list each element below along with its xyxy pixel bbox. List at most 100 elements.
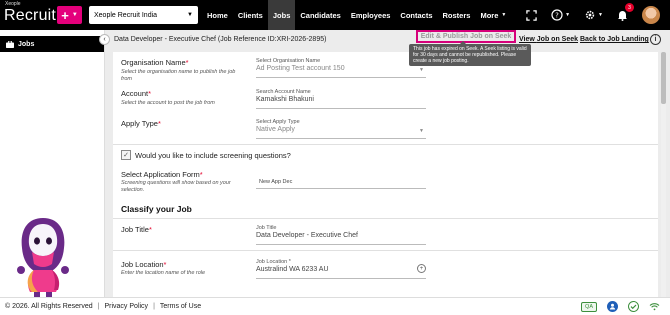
job-title-label: Job Title* xyxy=(121,225,152,234)
organisation-name-label-text: Organisation Name xyxy=(121,58,186,67)
nav-more-label: More xyxy=(480,10,499,20)
footer-separator: | xyxy=(153,303,155,310)
view-job-on-seek-link-text: Job on Seek xyxy=(536,36,579,43)
organisation-select[interactable]: Xeople Recruit India ▼ xyxy=(89,6,198,24)
top-navbar: Xeople Recruit + ▼ Xeople Recruit India … xyxy=(0,0,670,30)
nav-contacts[interactable]: Contacts xyxy=(395,0,437,30)
account-search-field[interactable]: Search Account Name Kamakshi Bhakuni xyxy=(256,89,426,109)
chevron-down-icon: ▼ xyxy=(598,12,603,18)
edit-publish-seek-button[interactable]: Edit & Publish Job on Seek xyxy=(416,30,516,43)
app-form-select[interactable]: New App Dec xyxy=(256,173,426,189)
required-mark: * xyxy=(163,260,167,269)
job-location-field-label: Job Location * xyxy=(256,259,291,265)
app-logo[interactable]: Xeople Recruit xyxy=(4,2,56,25)
help-menu[interactable]: ? ▼ xyxy=(551,9,570,21)
account-hint: Select the account to post the job from xyxy=(121,100,215,106)
footer-separator: | xyxy=(97,303,100,310)
content-scrollbar[interactable] xyxy=(661,52,666,297)
job-form: Organisation Name* Select the organisati… xyxy=(113,52,658,297)
nav-candidates[interactable]: Candidates xyxy=(295,0,345,30)
app-form-label: Select Application Form* xyxy=(121,170,203,179)
avatar[interactable] xyxy=(642,6,660,24)
organisation-name-hint: Select the organisation name to publish … xyxy=(121,69,236,82)
job-location-value: Australind WA 6233 AU xyxy=(256,266,329,273)
help-icon: ? xyxy=(551,9,563,21)
divider xyxy=(113,218,658,219)
required-mark: * xyxy=(185,58,189,67)
nav-home[interactable]: Home xyxy=(202,0,233,30)
nav-rosters[interactable]: Rosters xyxy=(438,0,476,30)
chevron-down-icon: ▼ xyxy=(501,12,507,18)
app-form-value: New App Dec xyxy=(259,179,293,185)
job-location-hint: Enter the location name of the role xyxy=(121,270,206,276)
job-location-label-text: Job Location xyxy=(121,260,164,269)
chevron-down-icon: ▼ xyxy=(71,12,78,18)
job-title-input[interactable]: Job Title Data Developer - Executive Che… xyxy=(256,225,426,245)
apply-type-field-label: Select Apply Type xyxy=(256,119,300,125)
mascot-illustration xyxy=(17,218,69,307)
required-mark: * xyxy=(157,119,161,128)
footer: © 2026. All Rights Reserved | Privacy Po… xyxy=(0,297,670,315)
required-mark: * xyxy=(148,225,152,234)
app-form-label-text: Select Application Form xyxy=(121,170,200,179)
nav-more[interactable]: More ▼ xyxy=(475,0,511,30)
sidebar-item-label: Jobs xyxy=(18,40,35,48)
chevron-down-icon: ▼ xyxy=(419,67,424,73)
organisation-name-field-label: Select Organisation Name xyxy=(256,58,321,64)
content-header: Data Developer - Executive Chef (Job Ref… xyxy=(106,30,670,50)
terms-of-use-link[interactable]: Terms of Use xyxy=(160,303,201,310)
status-check-icon xyxy=(628,301,639,312)
nav-jobs[interactable]: Jobs xyxy=(267,0,296,30)
qa-badge[interactable]: QA xyxy=(581,301,597,312)
job-title-value: Data Developer - Executive Chef xyxy=(256,232,358,239)
job-title-field-label: Job Title xyxy=(256,225,277,231)
page-title: Data Developer - Executive Chef (Job Ref… xyxy=(114,36,327,43)
briefcase-icon xyxy=(6,40,14,48)
app-form-hint: Screening questions will show based on y… xyxy=(121,180,231,193)
nav-employees[interactable]: Employees xyxy=(346,0,396,30)
divider xyxy=(113,144,658,145)
job-title-label-text: Job Title xyxy=(121,225,149,234)
screening-checkbox[interactable]: ✓ xyxy=(121,150,131,160)
logo-big-text: Recruit xyxy=(4,7,57,24)
notifications-button[interactable]: 3 xyxy=(617,3,634,21)
footer-icons: QA xyxy=(581,301,660,312)
organisation-name-select[interactable]: Select Organisation Name Ad Posting Test… xyxy=(256,58,426,78)
seek-expired-tooltip: This job has expired on Seek. A Seek lis… xyxy=(409,44,531,66)
info-icon[interactable]: i xyxy=(650,34,661,45)
job-location-input[interactable]: Job Location * Australind WA 6233 AU + xyxy=(256,259,426,279)
copyright-text: © 2026. All Rights Reserved xyxy=(5,303,93,310)
main-nav: Home Clients Jobs Candidates Employees C… xyxy=(202,0,511,30)
sidebar-item-jobs[interactable]: Jobs xyxy=(0,36,104,52)
quick-add-button[interactable]: + ▼ xyxy=(57,6,82,24)
classify-section-title: Classify your Job xyxy=(121,204,192,214)
organisation-select-value: Xeople Recruit India xyxy=(94,11,158,19)
account-label-text: Account xyxy=(121,89,149,98)
view-job-on-seek-link[interactable]: View Job on Seek xyxy=(519,36,578,43)
apply-type-label-text: Apply Type xyxy=(121,119,158,128)
apply-type-select[interactable]: Select Apply Type Native Apply ▼ xyxy=(256,119,426,139)
user-icon[interactable] xyxy=(607,301,618,312)
settings-menu[interactable]: ▼ xyxy=(584,9,603,21)
nav-clients[interactable]: Clients xyxy=(233,0,268,30)
fullscreen-icon[interactable] xyxy=(526,9,537,21)
chevron-down-icon: ▼ xyxy=(565,12,571,18)
svg-text:?: ? xyxy=(555,12,559,20)
screening-label: Would you like to include screening ques… xyxy=(135,151,291,160)
top-icons: ? ▼ ▼ 3 xyxy=(526,0,660,30)
gear-icon xyxy=(585,10,595,20)
account-label: Account* xyxy=(121,89,151,98)
account-value: Kamakshi Bhakuni xyxy=(256,96,314,103)
target-location-icon[interactable]: + xyxy=(417,264,426,273)
privacy-policy-link[interactable]: Privacy Policy xyxy=(104,303,148,310)
chevron-left-icon: ‹ xyxy=(103,36,106,43)
scrollbar-thumb[interactable] xyxy=(661,52,666,104)
divider xyxy=(113,250,658,251)
apply-type-label: Apply Type* xyxy=(121,119,161,128)
wifi-icon xyxy=(649,301,660,312)
organisation-name-label: Organisation Name* xyxy=(121,58,189,67)
chevron-down-icon: ▼ xyxy=(419,128,424,134)
required-mark: * xyxy=(148,89,152,98)
sidebar-collapse-button[interactable]: ‹ xyxy=(99,34,110,45)
back-to-job-landing-link[interactable]: Back to Job Landing xyxy=(580,36,649,43)
